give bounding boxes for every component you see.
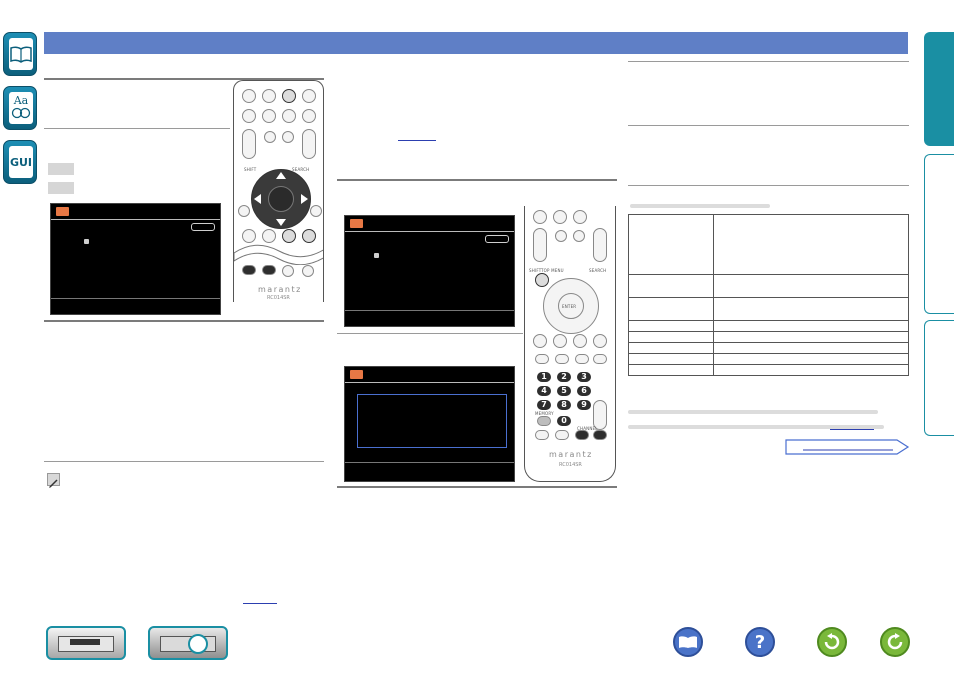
- tv-button: [485, 235, 509, 243]
- tv-input-box: [357, 394, 507, 448]
- enter-label: ENTER: [562, 304, 577, 309]
- tuner-button[interactable]: [282, 89, 296, 103]
- remote-brand: marantz: [258, 285, 302, 294]
- num-8-button[interactable]: 8: [557, 400, 571, 410]
- column2-top-rule: [337, 179, 617, 181]
- remote-brand-2: marantz: [549, 450, 593, 459]
- remote-label-search: SEARCH: [589, 268, 607, 273]
- folder-icon: [56, 207, 69, 216]
- column2-bottom-rule: [337, 486, 617, 488]
- page-ref-link[interactable]: [243, 603, 277, 604]
- num-4-button[interactable]: 4: [537, 386, 551, 396]
- help-label: ?: [754, 631, 766, 653]
- column1-note-rule: [44, 461, 324, 462]
- tv-cursor: [84, 239, 89, 244]
- settings-table: [628, 214, 909, 376]
- remote-cut-wave: [234, 244, 323, 265]
- gui-icon: GUI: [9, 155, 33, 169]
- tv-divider: [345, 310, 514, 311]
- column3-rule-3: [628, 185, 909, 186]
- column3-rule-1: [628, 61, 909, 62]
- num-3-button[interactable]: 3: [577, 372, 591, 382]
- folder-icon: [350, 370, 363, 379]
- num-9-button[interactable]: 9: [577, 400, 591, 410]
- dictionary-icon: [11, 107, 31, 119]
- step-chip-2: [48, 182, 74, 194]
- index-tab[interactable]: Aa: [3, 86, 37, 130]
- front-panel-icon[interactable]: [46, 626, 126, 660]
- top-menu-button[interactable]: [535, 273, 549, 287]
- remote-model: RC014SR: [267, 295, 290, 301]
- gui-tab[interactable]: GUI: [3, 140, 37, 184]
- num-5-button[interactable]: 5: [557, 386, 571, 396]
- section-tab-3[interactable]: [924, 320, 954, 436]
- remote-model-2: RC014SR: [559, 462, 582, 468]
- tv-cursor: [374, 253, 379, 258]
- next-page-arrow[interactable]: [785, 438, 910, 456]
- index-tab-label: Aa: [13, 94, 29, 107]
- tv-divider: [345, 462, 514, 463]
- tv-title-bar: [345, 216, 514, 232]
- back-icon[interactable]: [817, 627, 847, 657]
- step-rule: [44, 128, 230, 129]
- book-icon[interactable]: [673, 627, 703, 657]
- tv-divider: [51, 298, 220, 299]
- remote-control: SHIFT TOP MENU SEARCH ENTER 1 2 3 4 5 6 …: [524, 206, 616, 482]
- tv-title-bar: [345, 367, 514, 383]
- note-bar-1: [628, 410, 878, 414]
- tv-screen-2: [344, 215, 515, 327]
- table-caption-bar: [630, 204, 770, 208]
- page-ref-link-3[interactable]: [830, 429, 874, 430]
- num-0-button[interactable]: 0: [557, 416, 571, 426]
- rear-panel-icon[interactable]: [148, 626, 228, 660]
- section-tab-active[interactable]: [924, 32, 954, 146]
- remote-label-topmenu: TOP MENU: [541, 268, 564, 273]
- help-icon[interactable]: ?: [745, 627, 775, 657]
- folder-icon: [350, 219, 363, 228]
- channel-down-button[interactable]: [575, 430, 589, 440]
- tv-title-bar: [51, 204, 220, 220]
- contents-tab[interactable]: [3, 32, 37, 76]
- num-1-button[interactable]: 1: [537, 372, 551, 382]
- tuning-down-button[interactable]: [242, 265, 256, 275]
- note-pencil-icon: [47, 473, 60, 488]
- tuning-up-button[interactable]: [262, 265, 276, 275]
- page-ref-link-2[interactable]: [398, 140, 436, 141]
- step-rule-2: [337, 333, 523, 334]
- channel-up-button[interactable]: [593, 430, 607, 440]
- section-header-bar: [44, 32, 908, 54]
- step-chip-1: [48, 163, 74, 175]
- cursor-arrows-icon: [254, 172, 308, 226]
- tv-screen-3: [344, 366, 515, 482]
- column1-mid-rule: [44, 320, 324, 322]
- column3-rule-2: [628, 125, 909, 126]
- memory-button[interactable]: [537, 416, 551, 426]
- section-tab-2[interactable]: [924, 154, 954, 314]
- num-2-button[interactable]: 2: [557, 372, 571, 382]
- num-6-button[interactable]: 6: [577, 386, 591, 396]
- remote-control-partial: SHIFT SEARCH marantz RC014SR: [233, 80, 324, 302]
- book-icon: [10, 46, 32, 63]
- tv-screen-1: [50, 203, 221, 315]
- num-7-button[interactable]: 7: [537, 400, 551, 410]
- tv-button: [191, 223, 215, 231]
- forward-icon[interactable]: [880, 627, 910, 657]
